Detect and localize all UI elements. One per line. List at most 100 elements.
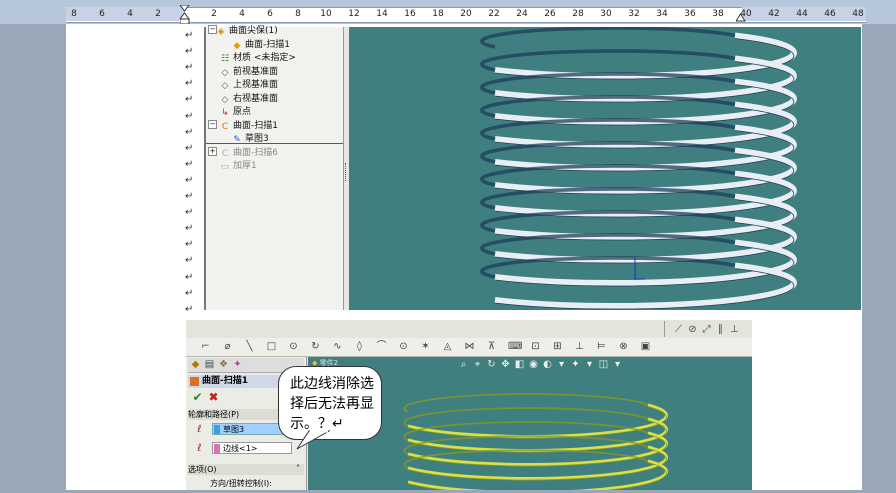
tree-item[interactable]: ↳ 原点 [220, 104, 251, 118]
profile-value: 草图3 [223, 425, 245, 434]
toolbar-tool-icon[interactable]: ⊗ [618, 341, 629, 352]
plane-icon: ◇ [221, 81, 229, 91]
ruler-number: 38 [712, 9, 724, 19]
display-tab-icon[interactable]: ✦ [232, 359, 243, 370]
toolbar-tool-icon[interactable]: □ [266, 341, 277, 352]
cancel-icon[interactable]: ✖ [208, 391, 219, 403]
ruler-number: 48 [852, 9, 864, 19]
tree-item[interactable]: ◇ 上视基准面 [220, 77, 278, 91]
toolbar-tool-icon[interactable]: ▣ [640, 341, 651, 352]
tree-item-label: 右视基准面 [233, 93, 279, 104]
toolbar-tool-icon[interactable]: ⊼ [486, 341, 497, 352]
view-tool-icon[interactable]: ⌕ [458, 359, 469, 370]
ruler-number: 12 [348, 9, 360, 19]
paragraph-mark: ↵ [185, 94, 194, 106]
paragraph-mark: ↵ [185, 174, 194, 186]
toolbar-tool-icon[interactable]: ⊥ [574, 341, 585, 352]
ruler-number: 20 [460, 9, 472, 19]
ruler-number: 30 [600, 9, 612, 19]
toolbar-tool-icon[interactable]: ⌐ [200, 341, 211, 352]
paragraph-mark: ↵ [185, 78, 194, 90]
perpendicular-icon[interactable]: ⊥ [729, 324, 740, 335]
toolbar-tool-icon[interactable]: ⋈ [464, 341, 475, 352]
embedded-screenshot-model: ◈ 曲面尖保(1) ◆ 曲面-扫描1 ☷ 材质 <未指定> ◇ 前视基准面 ◇ 上视基准面 ◇ 右视基… [204, 25, 861, 310]
toolbar-tool-icon[interactable]: ⌀ [222, 341, 233, 352]
toolbar-tool-icon[interactable]: ⊙ [398, 341, 409, 352]
horizontal-ruler[interactable]: 8 6 4 2 2 4 6 8 10 12 14 16 18 20 22 24 26 28 30 32 34 36 38 40… [0, 0, 896, 25]
path-selection-box[interactable]: 边线<1> [212, 442, 292, 454]
callout-pointer [296, 430, 331, 450]
paragraph-mark: ↵ [185, 126, 194, 138]
tree-item[interactable]: ◆ 曲面-扫描1 [232, 37, 290, 51]
dimension-icon[interactable]: ⤢ [701, 324, 712, 335]
rollback-bar[interactable] [206, 143, 345, 144]
ruler-number: 36 [684, 9, 696, 19]
parallel-icon[interactable]: ∥ [715, 324, 726, 335]
view-tool-icon[interactable]: ◐ [542, 359, 553, 370]
tree-item[interactable]: ▭ 加厚1 [220, 158, 257, 172]
view-tool-icon[interactable]: ✥ [500, 359, 511, 370]
view-tool-icon[interactable]: ▾ [584, 359, 595, 370]
ruler-number: 26 [544, 9, 556, 19]
view-tool-icon[interactable]: ⌖ [472, 359, 483, 370]
path-value: 边线<1> [223, 444, 258, 453]
property-tab-icon[interactable]: ▤ [204, 359, 215, 370]
toolbar-tool-icon[interactable]: ∿ [332, 341, 343, 352]
surface-icon: C [221, 148, 229, 159]
options-section-header[interactable]: 选项(O) ˄ [188, 464, 304, 475]
tree-item-label: 前视基准面 [233, 66, 279, 77]
expand-toggle[interactable]: − [208, 25, 217, 34]
paragraph-mark: ↵ [185, 255, 194, 267]
tree-item[interactable]: C 曲面-扫描1 [220, 118, 278, 132]
tree-item[interactable]: ◈ 曲面尖保(1) [216, 23, 278, 37]
view-tool-icon[interactable]: ◫ [598, 359, 609, 370]
ruler-number: 24 [516, 9, 528, 19]
tree-item-label: 材质 <未指定> [233, 53, 296, 63]
ruler-number: 4 [127, 9, 133, 19]
view-tool-icon[interactable]: ↻ [486, 359, 497, 370]
ruler-number: 8 [295, 9, 301, 19]
toolbar-tool-icon[interactable]: ⊨ [596, 341, 607, 352]
tree-item-label: 曲面-扫描6 [233, 147, 278, 158]
view-tool-icon[interactable]: ▾ [556, 359, 567, 370]
view-tool-icon[interactable]: ▾ [612, 359, 623, 370]
paragraph-mark: ↵ [185, 110, 194, 122]
line-tool-icon[interactable]: ⟋ [673, 324, 684, 335]
collapse-icon[interactable]: ˄ [296, 464, 300, 473]
profile-icon: ℓ [197, 424, 202, 435]
path-icon: ℓ [197, 443, 202, 454]
tree-item-label: 曲面-扫描1 [245, 39, 290, 50]
expand-toggle[interactable]: − [208, 119, 217, 129]
toolbar-tool-icon[interactable]: ╲ [244, 341, 255, 352]
tree-item[interactable]: ◇ 前视基准面 [220, 64, 279, 78]
toolbar-tool-icon[interactable]: ⊙ [288, 341, 299, 352]
toolbar-tool-icon[interactable]: ◊ [354, 341, 365, 352]
toolbar-tool-icon[interactable]: ⊡ [530, 341, 541, 352]
ok-icon[interactable]: ✔ [192, 391, 203, 403]
tree-item[interactable]: ☷ 材质 <未指定> [220, 50, 296, 64]
expand-toggle[interactable]: + [208, 146, 217, 156]
ruler-number: 14 [376, 9, 388, 19]
toolbar-tool-icon[interactable]: ⌨ [508, 341, 522, 352]
feature-tree-tab-icon[interactable]: ◆ [190, 359, 201, 370]
view-tool-icon[interactable]: ◧ [514, 359, 525, 370]
tree-item[interactable]: C 曲面-扫描6 [220, 145, 278, 159]
toolbar-tool-icon[interactable]: ⌒ [376, 341, 387, 352]
helix-back-turn [403, 393, 649, 413]
toolbar-tool-icon[interactable]: ↻ [310, 341, 321, 352]
ruler-number: 16 [404, 9, 416, 19]
profile-color-swatch [214, 425, 220, 434]
toolbar-tool-icon[interactable]: ⊞ [552, 341, 563, 352]
pm-title: 曲面-扫描1 [202, 376, 248, 386]
view-tool-icon[interactable]: ✦ [570, 359, 581, 370]
toolbar-tool-icon[interactable]: ✶ [420, 341, 431, 352]
view-tool-icon[interactable]: ◉ [528, 359, 539, 370]
material-icon: ☷ [220, 54, 230, 64]
paragraph-mark: ↵ [185, 46, 194, 58]
relation-icon[interactable]: ⊘ [687, 324, 698, 335]
ruler-number: 8 [71, 9, 77, 19]
toolbar-tool-icon[interactable]: ◬ [442, 341, 453, 352]
tree-item[interactable]: ◇ 右视基准面 [220, 91, 279, 105]
path-color-swatch [214, 444, 220, 453]
config-tab-icon[interactable]: ❖ [218, 359, 229, 370]
